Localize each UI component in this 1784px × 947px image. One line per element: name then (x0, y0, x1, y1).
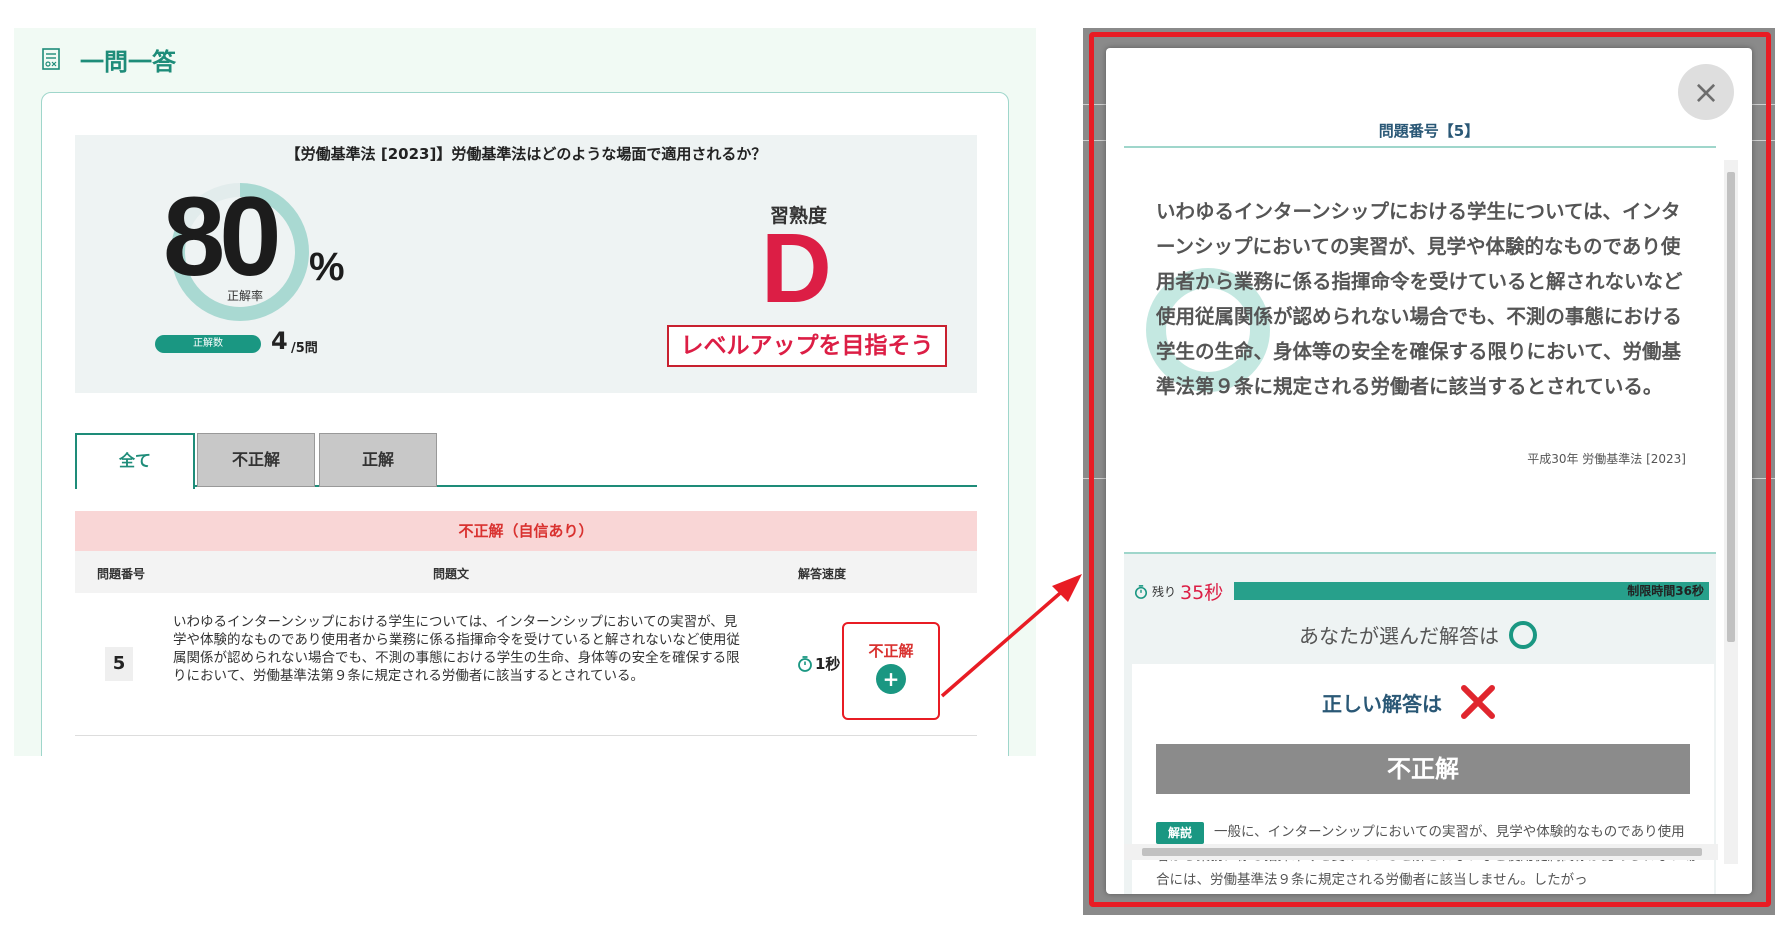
group-banner: 不正解（自信あり） (75, 511, 977, 551)
answer-area: 残り 35秒 制限時間36秒 あなたが選んだ解答は 正しい解答は 不正解 一般に… (1124, 554, 1716, 894)
verdict-bar: 不正解 (1156, 744, 1690, 794)
row-question-text: いわゆるインターンシップにおける学生については、インターンシップにおいての実習が… (173, 614, 740, 684)
question-detail-modal: × 問題番号【5】 いわゆるインターンシップにおける学生については、インターンシ… (1106, 48, 1752, 894)
expand-detail-button[interactable]: + (876, 664, 906, 694)
column-header-number: 問題番号 (97, 567, 146, 581)
column-header-text: 問題文 (433, 567, 470, 581)
horizontal-scrollbar[interactable] (1124, 844, 1718, 860)
your-answer-label: あなたが選んだ解答は (1299, 624, 1499, 648)
stopwatch-icon (798, 655, 812, 672)
row-result-highlight: 不正解 + (842, 622, 940, 720)
scroll-thumb[interactable] (1727, 172, 1735, 642)
timer-progress-bar: 制限時間36秒 (1234, 582, 1710, 600)
row-answer-speed: 1秒 (797, 653, 840, 674)
stopwatch-icon (1134, 584, 1148, 599)
correct-count-total: /5問 (291, 341, 318, 356)
horizontal-scroll-thumb[interactable] (1142, 848, 1702, 856)
section-header: 一問一答 (42, 42, 176, 77)
modal-question-number: 問題番号【5】 (1378, 122, 1480, 140)
close-icon: × (1692, 73, 1720, 111)
close-button[interactable]: × (1678, 64, 1734, 120)
timer-remaining-value: 35秒 (1180, 582, 1224, 604)
question-title: 【労働基準法 [2023]】労働基準法はどのような場面で適用されるか？ (285, 145, 767, 163)
tab-correct[interactable]: 正解 (319, 433, 437, 487)
filter-tabs: 全て 不正解 正解 (75, 433, 977, 489)
timer-remaining: 残り 35秒 (1134, 578, 1223, 605)
correct-rate-value: 80 (163, 174, 282, 299)
quiz-icon (42, 47, 60, 70)
row-result-label: 不正解 (868, 642, 914, 660)
correct-answer-label: 正しい解答は (1322, 691, 1442, 716)
tab-all[interactable]: 全て (75, 433, 195, 489)
arrow-icon (940, 574, 1082, 698)
explanation-badge: 解説 (1156, 822, 1204, 844)
circle-mark-icon (1509, 620, 1537, 649)
correct-rate-unit: % (309, 245, 345, 289)
table-header: 問題番号 問題文 解答速度 (75, 551, 977, 593)
correct-answer: 正しい解答は (1322, 684, 1496, 720)
section-title: 一問一答 (80, 48, 176, 76)
timer-limit: 制限時間36秒 (1627, 584, 1704, 598)
your-answer: あなたが選んだ解答は (1299, 620, 1537, 649)
divider (1124, 146, 1716, 148)
modal-scroll-area[interactable]: いわゆるインターンシップにおける学生については、インターンシップにおいての実習が… (1106, 158, 1730, 894)
summary-box: 【労働基準法 [2023]】労働基準法はどのような場面で適用されるか？ 80 %… (75, 135, 977, 393)
column-header-speed: 解答速度 (798, 567, 847, 581)
tab-incorrect[interactable]: 不正解 (197, 433, 315, 487)
level-up-message: レベルアップを目指そう (667, 325, 947, 367)
question-source: 平成30年 労働基準法 [2023] (1527, 452, 1686, 466)
cross-mark-icon (1461, 685, 1495, 719)
timer-prefix: 残り (1152, 585, 1177, 599)
correct-count-pill: 正解数 (155, 335, 261, 353)
row-speed-value: 1秒 (815, 655, 841, 673)
correct-rate-label: 正解率 (227, 289, 264, 303)
modal-question-text: いわゆるインターンシップにおける学生については、インターンシップにおいての実習が… (1156, 200, 1683, 398)
vertical-scrollbar[interactable] (1724, 160, 1738, 864)
mastery-grade: D (761, 213, 832, 323)
row-question-number: 5 (105, 647, 133, 681)
correct-count-value: 4 (271, 327, 288, 355)
